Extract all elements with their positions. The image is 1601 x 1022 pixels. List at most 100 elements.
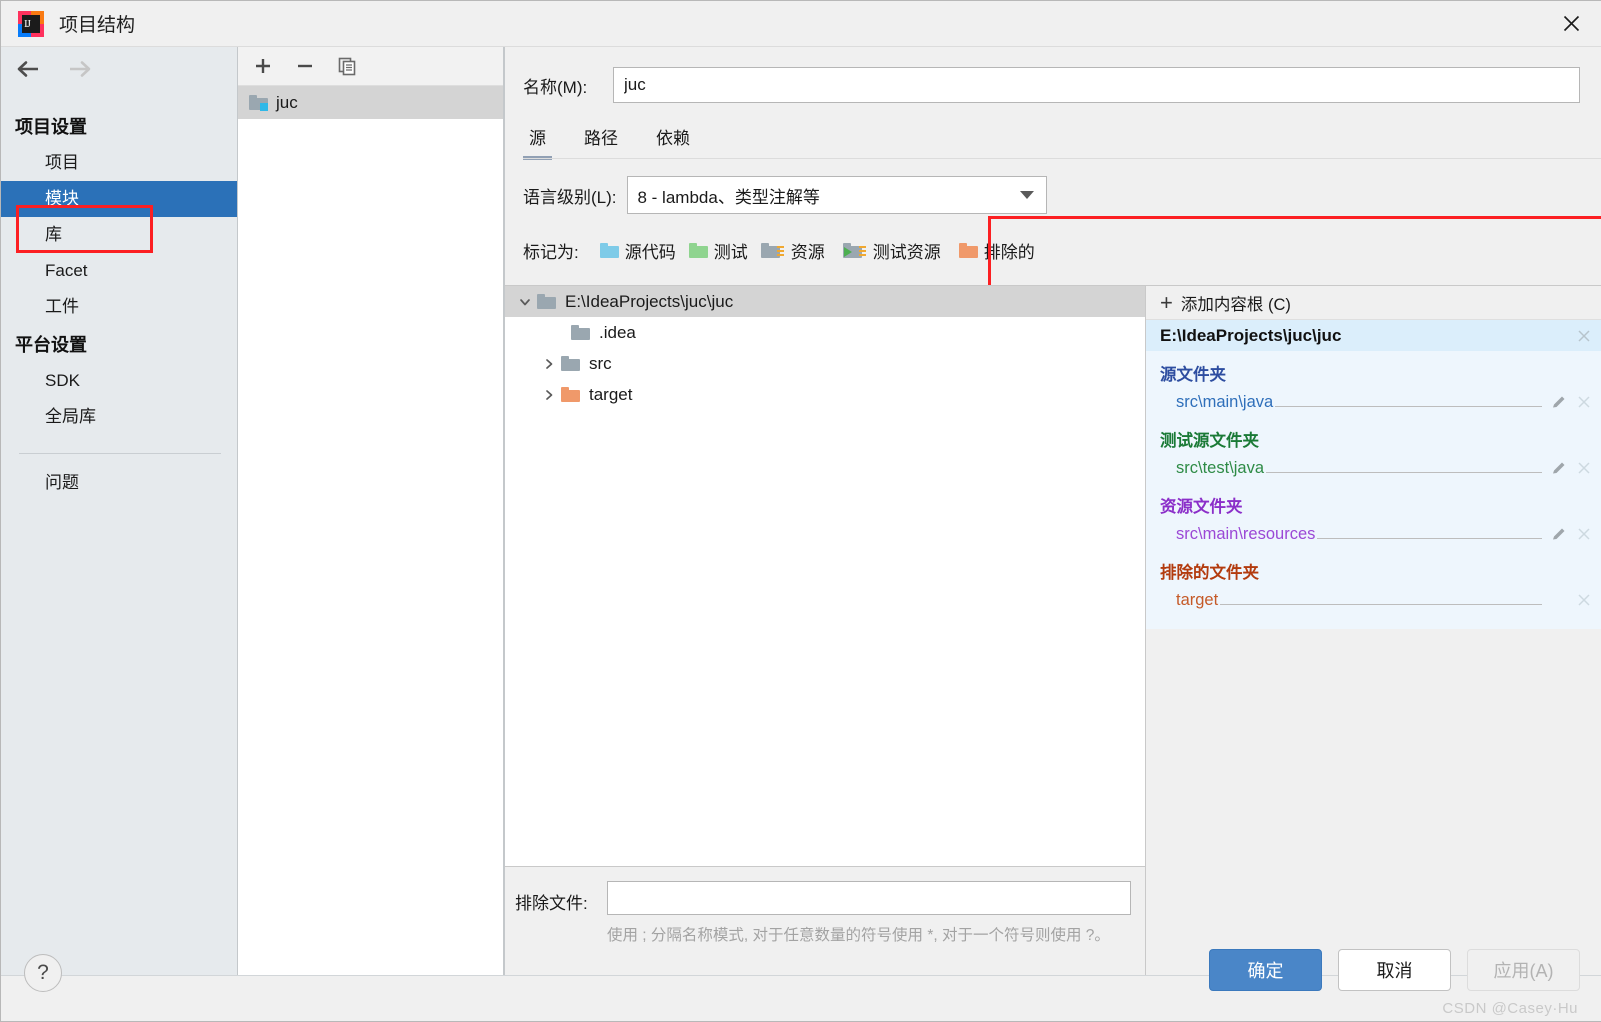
excluded-folder-icon [561,387,580,402]
resource-folder-row: src\main\resources [1160,519,1601,549]
plus-icon: + [1160,289,1173,315]
tree-row[interactable]: src [505,348,1145,379]
mark-as-tests[interactable]: 测试 [688,238,748,263]
intellij-idea-icon: IJ [18,10,44,37]
tree-row-label: E:\IdeaProjects\juc\juc [565,291,734,311]
module-list-item-juc[interactable]: juc [238,86,503,119]
tabs-underline [523,158,1601,159]
excluded-folder-icon [958,242,978,258]
tree-row[interactable]: E:\IdeaProjects\juc\juc [505,286,1145,317]
close-small-icon[interactable] [1572,395,1596,409]
module-folder-icon [249,95,268,111]
footer-buttons: 确定 取消 应用(A) [1209,949,1580,991]
sidebar-item-modules[interactable]: 模块 [1,181,237,217]
plus-icon[interactable] [253,56,273,76]
module-name-input[interactable] [613,67,1580,103]
sidebar-item-global-libraries[interactable]: 全局库 [1,399,237,435]
excluded-folder-path: target [1176,590,1219,609]
module-name-label: juc [276,92,298,112]
module-name-row: 名称(M): [505,47,1601,103]
chevron-right-icon[interactable] [537,388,561,402]
close-small-icon[interactable] [1572,593,1596,607]
exclude-files-area: 排除文件: 使用 ; 分隔名称模式, 对于任意数量的符号使用 *, 对于一个符号… [505,866,1145,976]
content-root-entry: E:\IdeaProjects\juc\juc 源文件夹 src\main\ja… [1146,320,1601,629]
exclude-files-hint: 使用 ; 分隔名称模式, 对于任意数量的符号使用 *, 对于一个符号则使用 ?。 [607,927,1110,944]
tree-row[interactable]: target [505,379,1145,410]
sidebar-item-project[interactable]: 项目 [1,145,237,181]
mark-as-test-resources[interactable]: 测试资源 [842,238,941,263]
forward-arrow-icon [65,59,93,84]
language-level-dropdown[interactable]: 8 - lambda、类型注解等 [626,176,1047,214]
tab-sources[interactable]: 源 [523,120,552,160]
sidebar-group-project-settings: 项目设置 [15,117,87,137]
sidebar-item-artifacts[interactable]: 工件 [1,289,237,325]
module-list-panel: juc [238,47,504,977]
help-icon[interactable]: ? [24,954,62,992]
cancel-button[interactable]: 取消 [1338,949,1451,991]
language-level-label: 语言级别(L): [523,187,617,207]
add-content-root-button[interactable]: + 添加内容根 (C) [1146,286,1601,320]
test-resources-folder-icon [842,242,866,258]
exclude-files-input[interactable] [607,881,1131,915]
pencil-icon[interactable] [1546,460,1572,476]
sidebar-item-problems[interactable]: 问题 [1,454,237,501]
chevron-down-icon[interactable] [513,295,537,309]
close-small-icon[interactable] [1572,527,1596,541]
close-small-icon[interactable] [1572,461,1596,475]
settings-sidebar: 项目设置 项目 模块 库 Facet 工件 平台设置 SDK 全局库 问题 [1,47,238,977]
minus-icon[interactable] [295,56,315,76]
chevron-down-icon [1019,191,1034,199]
module-editor-panel: 名称(M): 源 路径 依赖 语言级别(L): 8 - lambda、类型注解等… [504,47,1601,977]
close-icon[interactable] [1540,1,1601,46]
tree-row[interactable]: .idea [505,317,1145,348]
resource-folders-title: 资源文件夹 [1160,498,1243,516]
content-roots-empty-area [1146,629,1601,976]
mark-as-tests-label: 测试 [713,242,748,262]
mark-as-sources[interactable]: 源代码 [599,238,676,263]
ok-button[interactable]: 确定 [1209,949,1322,991]
sidebar-item-facets[interactable]: Facet [1,253,237,289]
pencil-icon[interactable] [1546,394,1572,410]
dialog-footer: ? 确定 取消 应用(A) CSDN @Casey·Hu [1,949,1601,1021]
mark-as-row: 标记为: 源代码 测试 资源 测试资源 排除的 [505,232,1601,268]
back-arrow-icon[interactable] [15,59,43,84]
chevron-right-icon[interactable] [537,357,561,371]
title-bar: IJ 项目结构 [1,1,1601,47]
row-rule [1275,393,1542,407]
source-folders-group: 源文件夹 src\main\java [1146,351,1601,417]
row-rule [1317,525,1542,539]
directory-tree: E:\IdeaProjects\juc\juc .idea src target [505,286,1145,866]
tab-dependencies[interactable]: 依赖 [650,120,696,160]
resources-folder-icon [760,242,784,258]
mark-as-excluded[interactable]: 排除的 [958,238,1035,263]
mark-as-resources-label: 资源 [790,242,825,262]
pencil-icon[interactable] [1546,526,1572,542]
excluded-folders-title: 排除的文件夹 [1160,564,1259,582]
resource-folders-group: 资源文件夹 src\main\resources [1146,483,1601,549]
sidebar-group-platform-settings: 平台设置 [15,335,87,355]
tab-paths[interactable]: 路径 [578,120,624,160]
nav-arrow-bar [1,47,237,95]
language-level-row: 语言级别(L): 8 - lambda、类型注解等 [505,160,1601,232]
folder-icon [537,294,556,309]
sidebar-item-libraries[interactable]: 库 [1,217,237,253]
tests-folder-icon [688,242,708,258]
tree-row-label: src [589,353,612,373]
sources-lower-area: E:\IdeaProjects\juc\juc .idea src target… [505,285,1601,977]
apply-button: 应用(A) [1467,949,1580,991]
mark-as-resources[interactable]: 资源 [760,238,825,263]
tree-row-label: .idea [599,322,636,342]
folder-icon [571,325,590,340]
close-small-icon[interactable] [1572,329,1596,343]
watermark: CSDN @Casey·Hu [1442,1000,1578,1017]
copy-icon[interactable] [337,56,357,76]
folder-icon [561,356,580,371]
directory-tree-panel: E:\IdeaProjects\juc\juc .idea src target… [505,285,1145,977]
source-folder-row: src\main\java [1160,387,1601,417]
project-structure-dialog: IJ 项目结构 项目设置 项目 模块 库 Facet 工件 平台设置 SDK 全… [0,0,1601,1022]
tree-row-label: target [589,384,633,404]
add-content-root-label: 添加内容根 (C) [1180,295,1291,314]
test-source-folder-row: src\test\java [1160,453,1601,483]
mark-as-sources-label: 源代码 [624,242,676,262]
sidebar-item-sdks[interactable]: SDK [1,363,237,399]
